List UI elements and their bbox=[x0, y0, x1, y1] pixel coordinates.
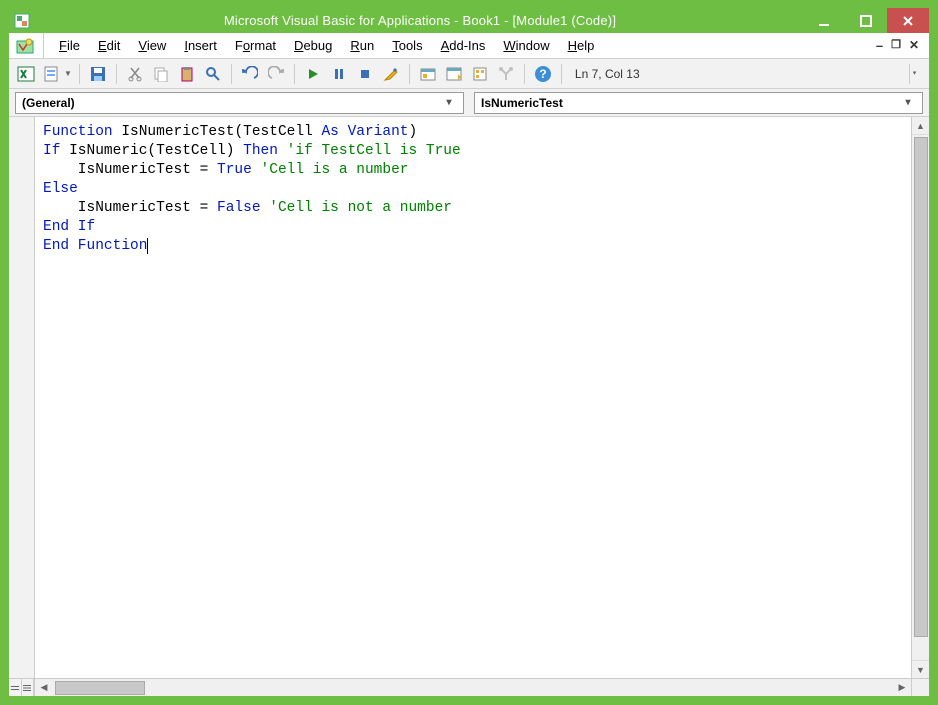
menu-edit[interactable]: Edit bbox=[90, 36, 128, 55]
menu-tools[interactable]: Tools bbox=[384, 36, 430, 55]
redo-button[interactable] bbox=[265, 63, 287, 85]
chevron-down-icon: ▾ bbox=[900, 97, 916, 108]
mdi-controls: – ❐ ✕ bbox=[876, 38, 923, 53]
full-module-view-button[interactable] bbox=[22, 679, 35, 696]
dropdown-arrow-icon[interactable]: ▼ bbox=[64, 69, 72, 78]
menu-insert[interactable]: Insert bbox=[176, 36, 225, 55]
window-controls bbox=[803, 8, 929, 33]
scroll-up-arrow-icon[interactable]: ▲ bbox=[912, 117, 929, 135]
menu-help[interactable]: Help bbox=[560, 36, 603, 55]
chevron-down-icon: ▾ bbox=[441, 97, 457, 108]
procedure-view-button[interactable] bbox=[9, 679, 22, 696]
project-explorer-button[interactable] bbox=[417, 63, 439, 85]
toolbar-separator bbox=[561, 64, 562, 84]
mdi-close-button[interactable]: ✕ bbox=[909, 38, 919, 53]
code-editor[interactable]: Function IsNumericTest(TestCell As Varia… bbox=[35, 117, 911, 678]
svg-text:?: ? bbox=[539, 67, 546, 81]
menu-run[interactable]: Run bbox=[342, 36, 382, 55]
toolbar-separator bbox=[79, 64, 80, 84]
toolbox-button[interactable] bbox=[495, 63, 517, 85]
save-button[interactable] bbox=[87, 63, 109, 85]
cursor-position-label: Ln 7, Col 13 bbox=[575, 67, 640, 81]
insert-module-button[interactable] bbox=[41, 63, 63, 85]
toolbar-separator bbox=[116, 64, 117, 84]
toolbar-separator bbox=[231, 64, 232, 84]
menu-separator bbox=[43, 33, 47, 58]
menu-file[interactable]: File bbox=[51, 36, 88, 55]
toolbar-overflow-button[interactable]: ▾ bbox=[909, 64, 919, 84]
vba-small-icon bbox=[15, 36, 35, 56]
help-button[interactable]: ? bbox=[532, 63, 554, 85]
menubar: File Edit View Insert Format Debug Run T… bbox=[9, 33, 929, 59]
menu-addins[interactable]: Add-Ins bbox=[433, 36, 494, 55]
menu-view[interactable]: View bbox=[130, 36, 174, 55]
horizontal-scrollbar[interactable]: ◀ ▶ bbox=[35, 678, 911, 696]
paste-button[interactable] bbox=[176, 63, 198, 85]
scroll-corner bbox=[911, 678, 929, 696]
scroll-right-arrow-icon[interactable]: ▶ bbox=[893, 679, 911, 696]
object-dropdown-value: (General) bbox=[22, 96, 75, 110]
code-area: Function IsNumericTest(TestCell As Varia… bbox=[9, 117, 929, 696]
toolbar: ▼ bbox=[9, 59, 929, 89]
window-title: Microsoft Visual Basic for Applications … bbox=[37, 13, 803, 28]
cut-button[interactable] bbox=[124, 63, 146, 85]
toolbar-separator bbox=[294, 64, 295, 84]
undo-button[interactable] bbox=[239, 63, 261, 85]
find-button[interactable] bbox=[202, 63, 224, 85]
reset-button[interactable] bbox=[354, 63, 376, 85]
maximize-button[interactable] bbox=[845, 8, 887, 33]
horizontal-scroll-thumb[interactable] bbox=[55, 681, 145, 695]
object-browser-button[interactable] bbox=[469, 63, 491, 85]
mdi-minimize-button[interactable]: – bbox=[876, 38, 883, 53]
vertical-scrollbar[interactable]: ▲ ▼ bbox=[911, 117, 929, 678]
menu-format[interactable]: Format bbox=[227, 36, 284, 55]
toolbar-separator bbox=[409, 64, 410, 84]
margin-indicator-bar[interactable] bbox=[9, 117, 35, 696]
mdi-restore-button[interactable]: ❐ bbox=[891, 38, 901, 53]
titlebar: Microsoft Visual Basic for Applications … bbox=[9, 8, 929, 33]
code-viewport: Function IsNumericTest(TestCell As Varia… bbox=[35, 117, 929, 696]
object-dropdown[interactable]: (General) ▾ bbox=[15, 92, 464, 114]
vertical-scroll-thumb[interactable] bbox=[914, 137, 928, 637]
break-button[interactable] bbox=[328, 63, 350, 85]
procedure-dropdown-value: IsNumericTest bbox=[481, 96, 563, 110]
vba-icon bbox=[13, 12, 31, 30]
close-button[interactable] bbox=[887, 8, 929, 33]
properties-window-button[interactable] bbox=[443, 63, 465, 85]
procedure-dropdown[interactable]: IsNumericTest ▾ bbox=[474, 92, 923, 114]
minimize-button[interactable] bbox=[803, 8, 845, 33]
toolbar-separator bbox=[524, 64, 525, 84]
design-mode-button[interactable] bbox=[380, 63, 402, 85]
menu-debug[interactable]: Debug bbox=[286, 36, 340, 55]
code-selectors: (General) ▾ IsNumericTest ▾ bbox=[9, 89, 929, 117]
view-excel-button[interactable] bbox=[15, 63, 37, 85]
menu-window[interactable]: Window bbox=[495, 36, 557, 55]
scroll-down-arrow-icon[interactable]: ▼ bbox=[912, 660, 929, 678]
toolbar-tail: ▾ bbox=[909, 64, 923, 84]
run-button[interactable] bbox=[302, 63, 324, 85]
app-window: Microsoft Visual Basic for Applications … bbox=[0, 0, 938, 705]
scroll-left-arrow-icon[interactable]: ◀ bbox=[35, 679, 53, 696]
copy-button[interactable] bbox=[150, 63, 172, 85]
